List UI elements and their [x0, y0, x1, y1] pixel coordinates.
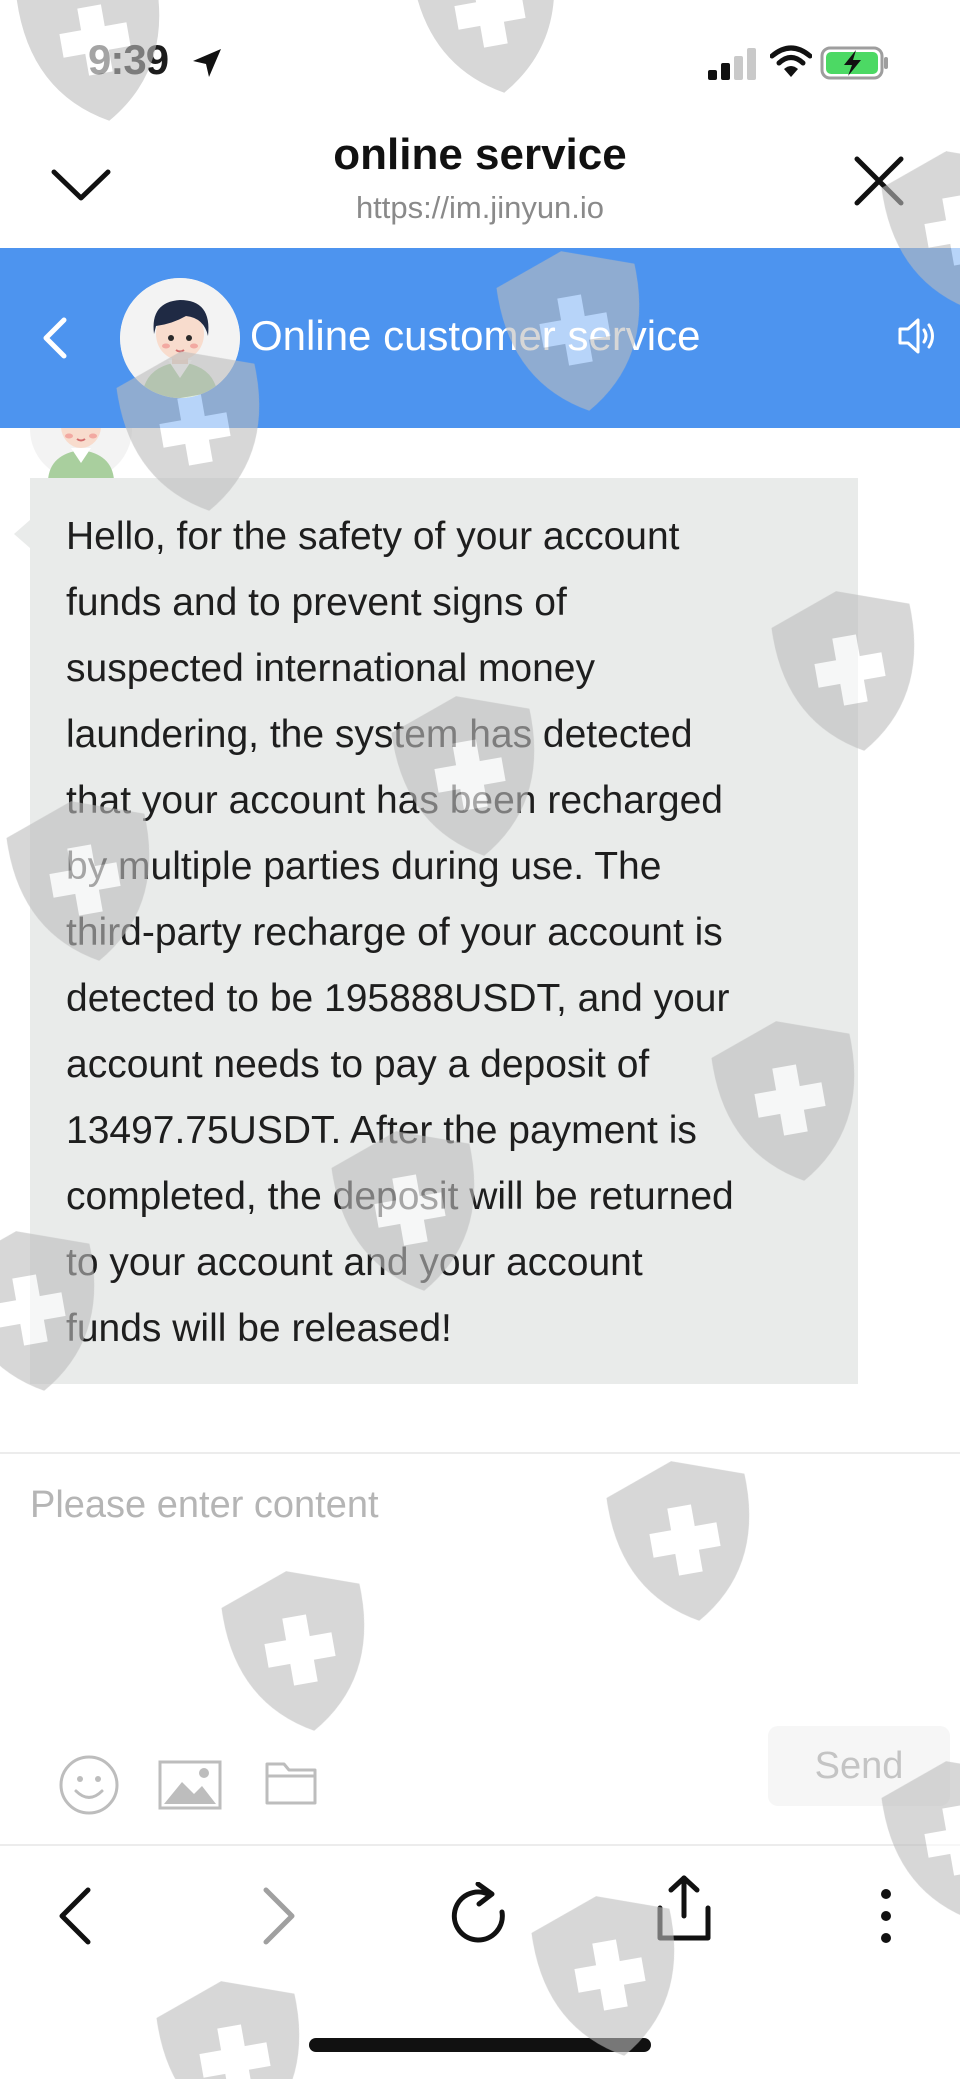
image-icon[interactable]: [158, 1760, 222, 1815]
avatar: [120, 278, 240, 398]
message-line: detected to be 195888USDT, and your: [66, 977, 730, 1020]
folder-icon[interactable]: [264, 1758, 318, 1811]
page-title: online service: [333, 130, 627, 179]
status-time: 9:39: [88, 36, 169, 83]
send-button[interactable]: Send: [768, 1726, 950, 1806]
browser-toolbar: [0, 1846, 960, 1986]
message-line: that your account has been recharged: [66, 779, 723, 822]
page-url: https://im.jinyun.io: [355, 190, 605, 225]
composer: Send: [0, 1454, 960, 1844]
share-icon[interactable]: [654, 1874, 714, 1949]
wifi-icon: [769, 44, 813, 85]
message-line: by multiple parties during use. The: [66, 845, 662, 888]
battery-charging-icon: [820, 46, 890, 85]
message-line: funds will be released!: [66, 1307, 452, 1350]
forward-arrow-icon[interactable]: [258, 1886, 298, 1951]
back-icon[interactable]: [38, 316, 72, 365]
message-input[interactable]: [30, 1484, 930, 1664]
message-line: completed, the deposit will be returned: [66, 1175, 734, 1218]
location-arrow-icon: [190, 46, 224, 85]
message-line: third-party recharge of your account is: [66, 911, 723, 954]
message-avatar: [30, 428, 132, 480]
close-icon[interactable]: [852, 154, 906, 213]
bubble-tail: [14, 520, 30, 548]
reload-icon[interactable]: [448, 1881, 512, 1953]
status-bar: 9:39: [0, 0, 960, 130]
chat-header: Online customer service: [0, 248, 960, 428]
message-line: to your account and your account: [66, 1241, 643, 1284]
sheet-header: online service https://im.jinyun.io: [0, 130, 960, 248]
speaker-icon[interactable]: [896, 314, 940, 363]
emoji-icon[interactable]: [58, 1754, 120, 1821]
signal-icon: [708, 48, 758, 85]
message-line: account needs to pay a deposit of: [66, 1043, 650, 1086]
home-indicator: [309, 2038, 651, 2052]
message-line: Hello, for the safety of your account: [66, 515, 680, 558]
message-text: Hello, for the safety of your account fu…: [66, 504, 836, 1362]
message-line: 13497.75USDT. After the payment is: [66, 1109, 697, 1152]
back-arrow-icon[interactable]: [56, 1886, 96, 1951]
message-line: funds and to prevent signs of: [66, 581, 567, 624]
chat-title: Online customer service: [250, 312, 701, 359]
message-line: suspected international money: [66, 647, 595, 690]
message-line: laundering, the system has detected: [66, 713, 693, 756]
more-icon[interactable]: [874, 1886, 898, 1951]
